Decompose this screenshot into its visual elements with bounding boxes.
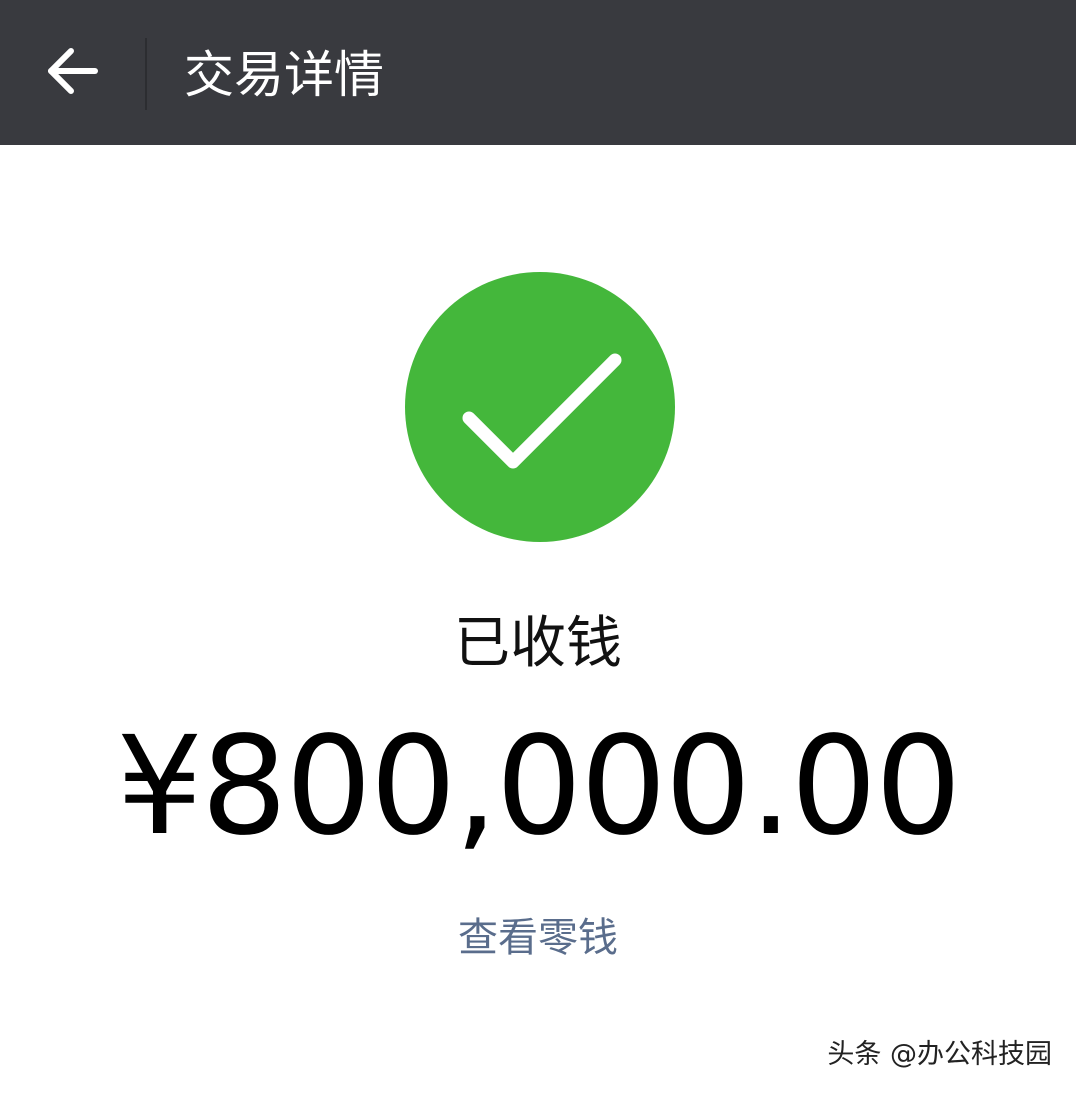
arrow-left-icon bbox=[45, 43, 101, 103]
view-change-row: 查看零钱 bbox=[0, 910, 1076, 966]
check-circle-icon bbox=[405, 272, 675, 542]
transaction-amount: ¥800,000.00 bbox=[116, 708, 961, 866]
view-change-link[interactable]: 查看零钱 bbox=[458, 915, 618, 961]
back-button[interactable] bbox=[30, 30, 116, 116]
page-title: 交易详情 bbox=[184, 46, 384, 104]
navigation-bar: 交易详情 bbox=[0, 0, 1076, 145]
transaction-status: 已收钱 bbox=[454, 611, 622, 676]
navbar-divider bbox=[145, 38, 147, 110]
watermark: 头条 @办公科技园 bbox=[827, 1039, 1052, 1070]
